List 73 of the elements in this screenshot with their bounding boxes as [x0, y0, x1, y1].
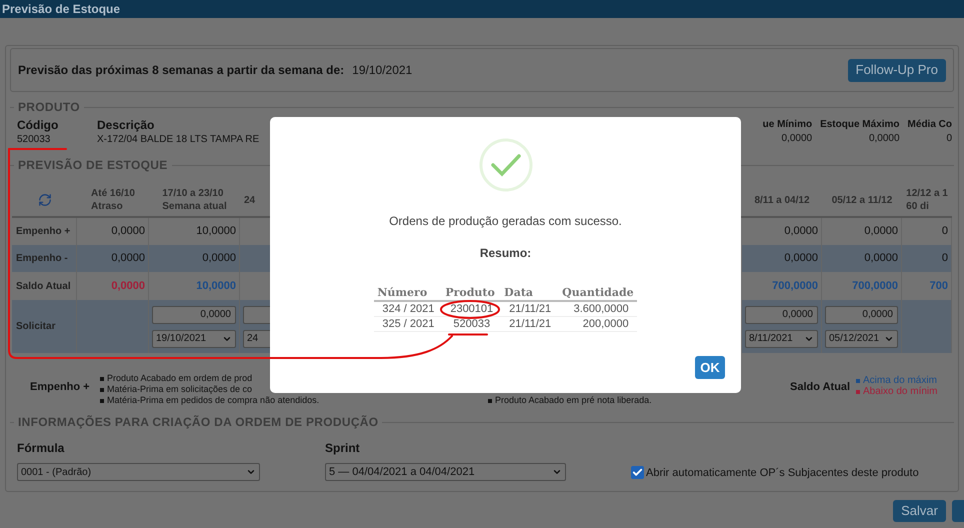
ok-button[interactable]: OK	[695, 356, 725, 379]
legend-item: Produto Acabado em ordem de prod	[107, 372, 252, 385]
bullet-icon	[100, 398, 104, 402]
checkbox-label: Abrir automaticamente OP´s Subjacentes deste produto	[646, 466, 919, 480]
field-value: 0,0000	[781, 132, 812, 145]
refresh-icon[interactable]	[38, 193, 52, 207]
date-select[interactable]: 05/12/2021	[825, 330, 898, 348]
success-message: Ordens de produção geradas com sucesso.	[389, 214, 622, 228]
field-value: 520033	[17, 133, 50, 146]
table-cell: 21/11/21	[501, 301, 560, 316]
check-icon	[632, 467, 643, 478]
quantity-input[interactable]: 0,0000	[152, 306, 236, 324]
column-header: 05/12 a 11/12	[822, 184, 902, 218]
column-header: Data	[501, 286, 560, 301]
field-label: Descrição	[97, 118, 154, 133]
table-cell: 0,0000	[742, 245, 822, 272]
quantity-input[interactable]: 0,0000	[825, 306, 898, 324]
field-value: X-172/04 BALDE 18 LTS TAMPA RE	[97, 133, 260, 146]
annotation-underline	[8, 148, 67, 150]
forecast-start-date: 19/10/2021	[352, 62, 412, 79]
annotation-underline	[448, 333, 488, 336]
field-label: Estoque Máximo	[820, 118, 900, 132]
legend-item: Matéria-Prima em solicitações de co	[107, 383, 252, 396]
field-value: 0,0000	[868, 132, 900, 145]
legend-item: Matéria-Prima em pedidos de compra não atendidos.	[107, 394, 320, 407]
field-label: Fórmula	[17, 440, 66, 457]
title-bar: Previsão de Estoque	[0, 0, 964, 18]
column-header: Quantidade	[559, 286, 637, 301]
field-label: Sprint	[325, 440, 361, 457]
sprint-select[interactable]: 5 — 04/04/2021 a 04/04/2021	[325, 463, 566, 481]
column-header: 17/10 a 23/10 Semana atual	[149, 184, 240, 218]
formula-select[interactable]: 0001 - (Padrão)	[17, 463, 260, 481]
legend-item: Produto Acabado em pré nota liberada.	[495, 394, 652, 407]
field-label: Média Co	[908, 118, 952, 132]
field-label: Código	[17, 118, 58, 133]
success-check-icon	[478, 138, 532, 192]
table-cell: 0,0000	[149, 245, 240, 272]
table-cell: 324 / 2021	[374, 301, 442, 316]
summary-title: Resumo:	[480, 246, 532, 260]
table-cell: 0,0000	[822, 245, 902, 272]
bullet-icon	[488, 398, 492, 402]
field-value: 0	[946, 132, 952, 145]
bullet-icon	[100, 376, 104, 380]
legend-label: Saldo Atual	[790, 380, 852, 395]
legend-item: Acima do máxim	[863, 374, 937, 386]
follow-up-button[interactable]: Follow-Up Pro	[848, 58, 946, 82]
table-cell: 325 / 2021	[374, 316, 442, 332]
field-label: ue Mínimo	[762, 118, 812, 132]
chevron-down-icon	[246, 467, 256, 477]
checkbox[interactable]	[631, 466, 644, 480]
column-header: Até 16/10 Atraso	[77, 184, 149, 218]
table-cell: 21/11/21	[501, 316, 560, 332]
table-cell: 0	[902, 245, 952, 272]
table-cell: 2300101	[442, 301, 502, 316]
save-button[interactable]: Salvar	[893, 500, 946, 522]
row-label: Empenho -	[12, 245, 77, 272]
row-label: Solicitar	[12, 300, 77, 353]
chevron-down-icon	[552, 467, 562, 477]
forecast-period-label: Previsão das próximas 8 semanas a partir da semana de:	[18, 62, 344, 79]
legend-item: Abaixo do mínim	[863, 385, 938, 399]
cut-off-button[interactable]	[952, 500, 964, 522]
legend-label: Empenho +	[29, 380, 91, 395]
quantity-input[interactable]: 0,0000	[745, 306, 818, 324]
table-cell: 3.600,0000	[559, 301, 637, 316]
column-header: Produto	[442, 286, 502, 301]
table-cell: 200,0000	[559, 316, 637, 332]
table-cell: 0,0000	[77, 245, 149, 272]
table-cell: 520033	[442, 316, 502, 332]
date-select[interactable]: 8/11/2021	[745, 330, 818, 348]
column-header: Número	[374, 286, 442, 301]
column-header: 12/12 a 1 60 di	[902, 184, 952, 218]
date-select[interactable]: 19/10/2021	[152, 330, 236, 348]
bullet-icon	[100, 388, 104, 392]
